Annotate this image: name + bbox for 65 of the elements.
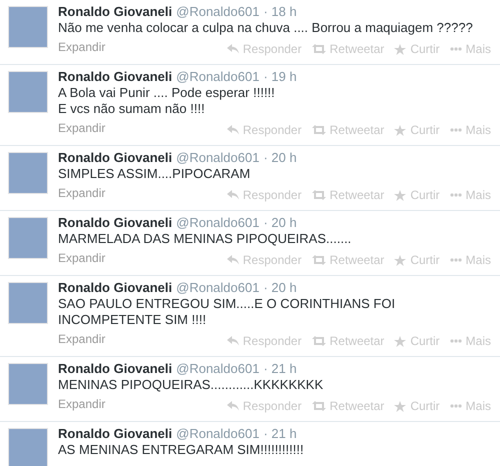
- author-handle[interactable]: @Ronaldo601: [176, 280, 260, 296]
- expand-link[interactable]: Expandir: [58, 249, 106, 267]
- star-icon: [394, 254, 406, 266]
- author-name[interactable]: Ronaldo Giovaneli: [58, 4, 172, 20]
- reply-icon: [226, 44, 239, 54]
- more-icon: [450, 193, 462, 197]
- reply-icon: [226, 190, 239, 200]
- star-icon: [394, 400, 406, 412]
- more-icon: [450, 47, 462, 51]
- expand-link[interactable]: Expandir: [58, 38, 106, 56]
- avatar-placeholder: [8, 6, 48, 48]
- tweet-time[interactable]: · 19 h: [263, 69, 297, 85]
- retweet-icon: [312, 336, 326, 346]
- tweet-time[interactable]: · 20 h: [263, 280, 297, 296]
- reply-icon: [226, 336, 239, 346]
- expand-link[interactable]: Expandir: [58, 395, 106, 413]
- more-icon: [450, 404, 462, 408]
- retweet-icon: [312, 190, 326, 200]
- reply-icon: [226, 401, 239, 411]
- more-icon: [450, 339, 462, 343]
- tweet-time[interactable]: · 21 h: [263, 426, 297, 442]
- retweet-icon: [312, 125, 326, 135]
- author-name[interactable]: Ronaldo Giovaneli: [58, 215, 172, 231]
- tweet-time[interactable]: · 21 h: [263, 361, 297, 377]
- reply-icon: [226, 125, 239, 135]
- retweet-icon: [312, 401, 326, 411]
- avatar-placeholder: [8, 282, 48, 324]
- author-handle[interactable]: @Ronaldo601: [176, 215, 260, 231]
- tweet-text: A Bola vai Punir .... Pode esperar !!!!!!: [58, 85, 276, 101]
- tweet-text: MARMELADA DAS MENINAS PIPOQUEIRAS.......: [58, 231, 352, 247]
- avatar-placeholder: [8, 363, 48, 405]
- author-handle[interactable]: @Ronaldo601: [176, 426, 260, 442]
- tweet-text: SIMPLES ASSIM....PIPOCARAM: [58, 166, 252, 182]
- author-handle[interactable]: @Ronaldo601: [176, 150, 260, 166]
- author-name[interactable]: Ronaldo Giovaneli: [58, 69, 172, 85]
- tweet-text: MENINAS PIPOQUEIRAS............KKKKKKKK: [58, 377, 324, 393]
- tweet-text: AS MENINAS ENTREGARAM SIM!!!!!!!!!!!!: [58, 442, 305, 458]
- tweet-time[interactable]: · 18 h: [263, 4, 297, 20]
- expand-link[interactable]: Expandir: [58, 330, 106, 348]
- avatar-placeholder: [8, 71, 48, 113]
- author-name[interactable]: Ronaldo Giovaneli: [58, 280, 172, 296]
- avatar-placeholder: [8, 152, 48, 194]
- author-handle[interactable]: @Ronaldo601: [176, 4, 260, 20]
- reply-icon: [226, 255, 239, 265]
- author-name[interactable]: Ronaldo Giovaneli: [58, 426, 172, 442]
- tweet-text: Não me venha colocar a culpa na chuva .... Borrou a maquiagem ?????: [58, 20, 474, 36]
- more-icon: [450, 258, 462, 262]
- author-name[interactable]: Ronaldo Giovaneli: [58, 150, 172, 166]
- star-icon: [394, 124, 406, 136]
- author-handle[interactable]: @Ronaldo601: [176, 361, 260, 377]
- tweet-time[interactable]: · 20 h: [263, 150, 297, 166]
- star-icon: [394, 44, 406, 54]
- tweet-text: SAO PAULO ENTREGOU SIM.....E O CORINTHIANS FOI INCOMPETENTE SIM !!!!: [58, 296, 396, 328]
- tweet-time[interactable]: · 20 h: [263, 215, 297, 231]
- more-icon: [450, 128, 462, 132]
- author-handle[interactable]: @Ronaldo601: [176, 69, 260, 85]
- expand-link[interactable]: Expandir: [58, 184, 106, 202]
- author-name[interactable]: Ronaldo Giovaneli: [58, 361, 172, 377]
- star-icon: [394, 336, 406, 346]
- retweet-icon: [312, 44, 326, 54]
- expand-link[interactable]: Expandir: [58, 119, 106, 137]
- star-icon: [394, 190, 406, 200]
- retweet-icon: [312, 255, 326, 265]
- avatar-placeholder: [8, 217, 48, 259]
- tweet-text: E vcs não sumam não !!!!: [58, 101, 206, 117]
